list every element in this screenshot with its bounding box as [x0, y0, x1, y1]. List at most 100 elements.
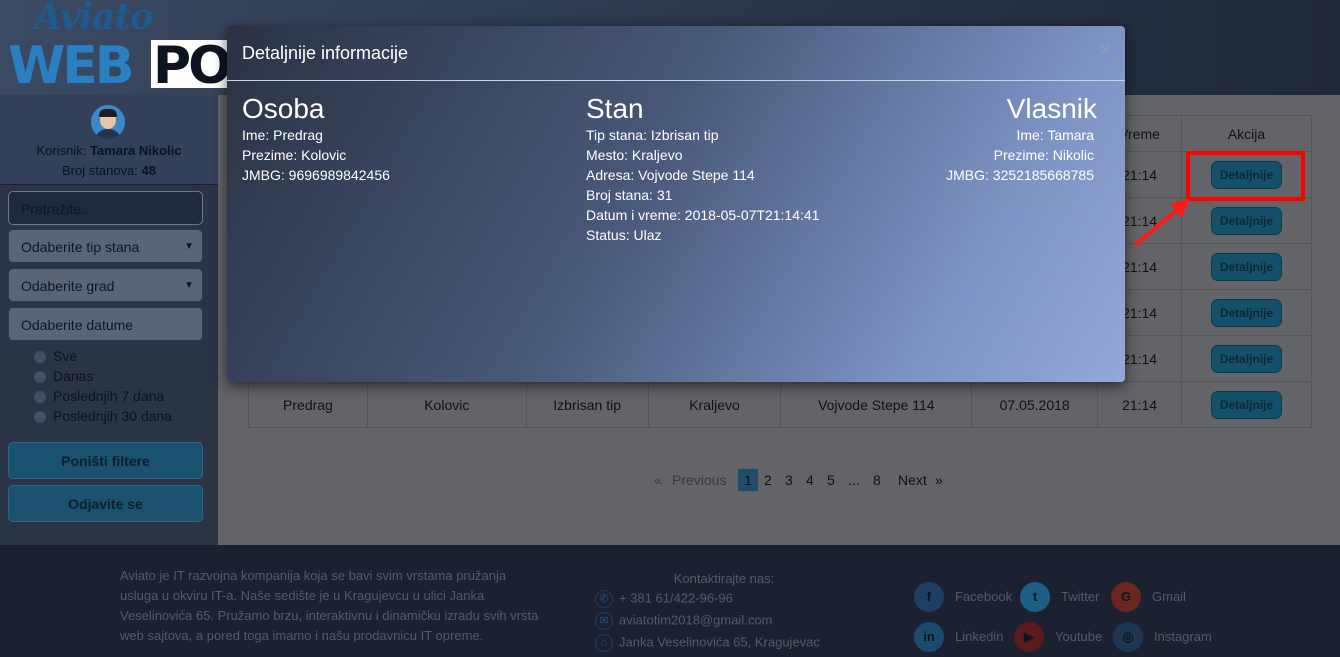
footer-about-text: Aviato je IT razvojna kompanija koja se …	[120, 568, 539, 643]
logo[interactable]: Aviato WEB PO	[6, 0, 232, 96]
radio-icon[interactable]	[34, 371, 46, 383]
phone-icon: ✆	[595, 590, 613, 608]
contact-phone-text: + 381 61/422-96-96	[619, 590, 733, 606]
user-name-line: Korisnik: Tamara Nikolic	[0, 143, 218, 158]
pagination-next-arrow[interactable]: »	[935, 469, 943, 491]
column-header-action: Akcija	[1181, 115, 1312, 152]
table-row: Predrag Kolovic Izbrisan tip Kraljevo Vo…	[248, 381, 1312, 428]
date-range-field-label: Odaberite datume	[21, 317, 134, 333]
caret-down-icon: ▼	[184, 280, 194, 291]
person-jmbg: JMBG: 9696989842456	[242, 167, 390, 183]
date-cell: 07.05.2018	[971, 381, 1099, 428]
footer: Aviato je IT razvojna kompanija koja se …	[0, 545, 1340, 657]
time-cell: 21:14	[1097, 381, 1183, 428]
details-modal: Detaljnije informacije × Osoba Ime: Pred…	[227, 26, 1125, 382]
pagination-page-8[interactable]: 8	[873, 469, 881, 491]
user-label: Korisnik:	[36, 143, 87, 158]
apartment-datetime: Datum i vreme: 2018-05-07T21:14:41	[586, 207, 820, 223]
apartment-number: Broj stana: 31	[586, 187, 673, 203]
social-label: Facebook	[955, 589, 1013, 604]
date-range-field[interactable]: Odaberite datume	[8, 307, 203, 341]
pagination-page-3[interactable]: 3	[785, 469, 793, 491]
close-icon[interactable]: ×	[1099, 39, 1111, 62]
social-label: Gmail	[1152, 589, 1186, 604]
search-input[interactable]: Pretražite...	[8, 191, 203, 225]
twitter-icon: t	[1020, 582, 1050, 612]
radio-icon[interactable]	[34, 411, 46, 423]
contact-email[interactable]: ✉ aviatotim2018@gmail.com	[595, 612, 772, 632]
person-last-name: Prezime: Kolovic	[242, 147, 347, 163]
date-option-label: Poslednjih 30 dana	[53, 408, 173, 424]
logout-button[interactable]: Odjavite se	[8, 485, 203, 522]
logo-aviato-text: Aviato	[34, 0, 154, 38]
owner-first-name: Ime: Tamara	[1016, 127, 1094, 143]
apartment-type-select-value: Odaberite tip stana	[21, 239, 140, 255]
details-button[interactable]: Detaljnije	[1211, 252, 1283, 281]
city-select[interactable]: Odaberite grad ▼	[8, 268, 203, 302]
home-icon: ⌂	[595, 634, 613, 652]
apartment-type: Tip stana: Izbrisan tip	[586, 127, 719, 143]
arrow-icon	[1134, 198, 1190, 246]
sidebar: Korisnik: Tamara Nikolic Broj stanova: 4…	[0, 95, 218, 545]
caret-down-icon: ▼	[184, 241, 194, 252]
apartments-count: 48	[141, 163, 156, 178]
modal-header: Detaljnije informacije ×	[227, 26, 1125, 81]
contact-title: Kontaktirajte nas:	[673, 571, 775, 586]
owner-jmbg: JMBG: 3252185668785	[946, 167, 1094, 183]
pagination-page-2[interactable]: 2	[764, 469, 772, 491]
pagination-page-1[interactable]: 1	[738, 469, 758, 491]
logo-web-text: WEB	[8, 36, 135, 96]
details-button[interactable]: Detaljnije	[1211, 298, 1283, 327]
pagination-prev-arrow[interactable]: «	[654, 469, 662, 491]
city-select-value: Odaberite grad	[21, 278, 115, 294]
last-name-cell: Kolovic	[366, 381, 527, 428]
social-label: Linkedin	[955, 629, 1004, 644]
contact-address[interactable]: ⌂ Janka Veselinovića 65, Kragujevac	[595, 634, 820, 654]
pagination-previous[interactable]: Previous	[672, 469, 726, 491]
date-option-label: Sve	[53, 348, 78, 364]
search-placeholder: Pretražite...	[21, 201, 93, 217]
envelope-icon: ✉	[595, 612, 613, 630]
details-button[interactable]: Detaljnije	[1211, 390, 1283, 419]
highlight-box	[1186, 151, 1305, 201]
owner-heading: Vlasnik	[1006, 93, 1097, 124]
apartment-heading: Stan	[586, 93, 644, 124]
social-label: Youtube	[1055, 629, 1103, 644]
apartments-label: Broj stanova:	[62, 163, 138, 178]
person-first-name: Ime: Predrag	[242, 127, 323, 143]
modal-title: Detaljnije informacije	[242, 43, 409, 63]
apartment-status: Status: Ulaz	[586, 227, 662, 243]
logo-po-text: PO	[153, 36, 232, 96]
pagination-page-4[interactable]: 4	[806, 469, 814, 491]
apartment-address: Adresa: Vojvode Stepe 114	[586, 167, 755, 183]
apartment-type-select[interactable]: Odaberite tip stana ▼	[8, 229, 203, 263]
pagination-page-5[interactable]: 5	[827, 469, 835, 491]
city-cell: Kraljevo	[647, 381, 782, 428]
instagram-icon: ◎	[1113, 622, 1143, 652]
radio-icon[interactable]	[34, 391, 46, 403]
social-label: Twitter	[1061, 589, 1100, 604]
type-cell: Izbrisan tip	[525, 381, 649, 428]
avatar	[91, 105, 125, 139]
address-cell: Vojvode Stepe 114	[780, 381, 973, 428]
facebook-icon: f	[914, 582, 944, 612]
pagination-next[interactable]: Next	[898, 469, 927, 491]
details-button[interactable]: Detaljnije	[1211, 344, 1283, 373]
pagination-ellipsis: ...	[848, 472, 860, 488]
linkedin-icon: in	[914, 622, 944, 652]
date-option-label: Danas	[53, 368, 94, 384]
reset-filters-button[interactable]: Poništi filtere	[8, 442, 203, 479]
user-panel: Korisnik: Tamara Nikolic Broj stanova: 4…	[0, 95, 218, 185]
details-button[interactable]: Detaljnije	[1211, 206, 1283, 235]
youtube-icon: ▶	[1014, 622, 1044, 652]
contact-phone[interactable]: ✆ + 381 61/422-96-96	[595, 590, 733, 610]
contact-email-text: aviatotim2018@gmail.com	[619, 612, 773, 628]
apartment-city: Mesto: Kraljevo	[586, 147, 683, 163]
user-name: Tamara Nikolic	[89, 143, 182, 158]
social-label: Instagram	[1154, 629, 1212, 644]
gmail-icon: G	[1111, 582, 1141, 612]
date-option-label: Poslednjih 7 dana	[53, 388, 165, 404]
owner-last-name: Prezime: Nikolic	[993, 147, 1094, 163]
radio-icon[interactable]	[34, 351, 46, 363]
apartments-count-line: Broj stanova: 48	[0, 163, 218, 178]
